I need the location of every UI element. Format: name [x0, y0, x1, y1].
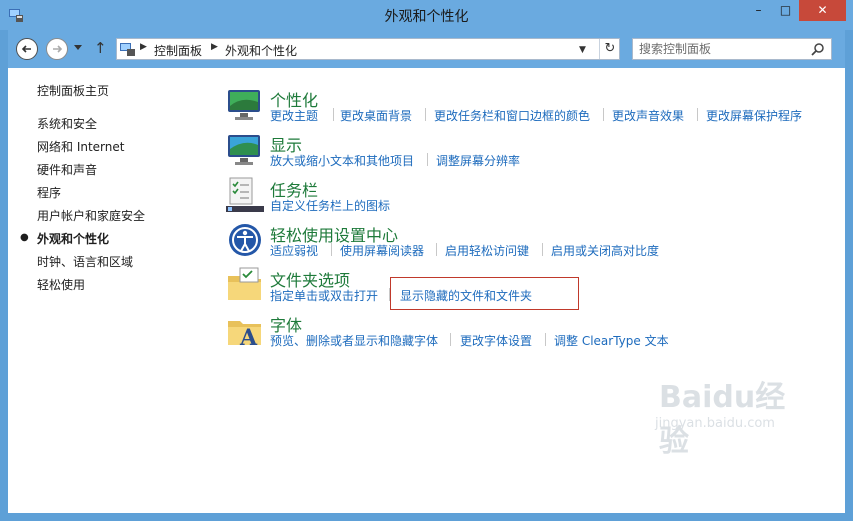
- display-icon[interactable]: [226, 131, 264, 169]
- title-bar: 外观和个性化 – □ ✕: [0, 0, 853, 30]
- sidebar-item-programs[interactable]: 程序: [37, 184, 61, 201]
- link-low-vision[interactable]: 适应弱视: [270, 242, 318, 259]
- control-panel-icon: [120, 43, 135, 56]
- link-separator: [427, 153, 428, 166]
- folder-options-icon[interactable]: [226, 266, 264, 304]
- watermark-url: jingyan.baidu.com: [655, 416, 775, 431]
- link-screen-reader[interactable]: 使用屏幕阅读器: [340, 242, 424, 259]
- link-separator: [545, 333, 546, 346]
- recent-pages-dropdown[interactable]: [74, 45, 82, 50]
- current-item-bullet-icon: ●: [20, 232, 29, 243]
- link-separator: [542, 243, 543, 256]
- link-zoom-text[interactable]: 放大或缩小文本和其他项目: [270, 152, 414, 169]
- link-separator: [697, 108, 698, 121]
- personalization-icon[interactable]: [226, 86, 264, 124]
- back-arrow-icon: [21, 45, 31, 53]
- link-customize-taskbar-icons[interactable]: 自定义任务栏上的图标: [270, 197, 390, 214]
- search-input[interactable]: [639, 41, 799, 57]
- sidebar-item-ease-of-access[interactable]: 轻松使用: [37, 276, 85, 293]
- highlight-annotation: [390, 277, 579, 310]
- search-icon[interactable]: [811, 42, 825, 56]
- sidebar-item-hardware-sound[interactable]: 硬件和声音: [37, 161, 97, 178]
- sidebar-item-network[interactable]: 网络和 Internet: [37, 138, 124, 155]
- link-change-desktop-background[interactable]: 更改桌面背景: [340, 107, 412, 124]
- link-preview-delete-fonts[interactable]: 预览、删除或者显示和隐藏字体: [270, 332, 438, 349]
- link-separator: [331, 243, 332, 256]
- link-single-double-click[interactable]: 指定单击或双击打开: [270, 287, 378, 304]
- up-arrow-icon[interactable]: ↑: [94, 39, 107, 57]
- search-box[interactable]: [632, 38, 832, 60]
- breadcrumb-control-panel[interactable]: 控制面板: [154, 42, 202, 59]
- link-separator: [425, 108, 426, 121]
- address-bar: ↑ ▶ 控制面板 ▶ 外观和个性化 ▼ ↻: [8, 30, 845, 68]
- sidebar-item-system-security[interactable]: 系统和安全: [37, 115, 97, 132]
- link-change-sounds[interactable]: 更改声音效果: [612, 107, 684, 124]
- link-change-window-color[interactable]: 更改任务栏和窗口边框的颜色: [434, 107, 590, 124]
- forward-arrow-icon: [53, 45, 63, 53]
- refresh-icon[interactable]: ↻: [599, 39, 620, 59]
- breadcrumb-appearance[interactable]: 外观和个性化: [225, 42, 297, 59]
- chevron-down-icon[interactable]: ▼: [579, 45, 586, 55]
- link-separator: [603, 108, 604, 121]
- link-change-screen-saver[interactable]: 更改屏幕保护程序: [706, 107, 802, 124]
- sidebar-item-appearance: 外观和个性化: [37, 232, 110, 246]
- chevron-right-icon[interactable]: ▶: [140, 42, 147, 52]
- ease-of-access-icon[interactable]: [226, 221, 264, 259]
- link-change-theme[interactable]: 更改主题: [270, 107, 318, 124]
- link-separator: [333, 108, 334, 121]
- link-adjust-cleartype[interactable]: 调整 ClearType 文本: [554, 332, 669, 349]
- close-button[interactable]: ✕: [799, 0, 846, 21]
- link-access-keys[interactable]: 启用轻松访问键: [445, 242, 529, 259]
- link-high-contrast[interactable]: 启用或关闭高对比度: [551, 242, 659, 259]
- sidebar-item-user-accounts[interactable]: 用户帐户和家庭安全: [37, 207, 145, 224]
- back-button[interactable]: [16, 38, 38, 60]
- svg-text:A: A: [239, 325, 258, 349]
- link-separator: [450, 333, 451, 346]
- link-change-font-settings[interactable]: 更改字体设置: [460, 332, 532, 349]
- forward-button[interactable]: [46, 38, 68, 60]
- minimize-button[interactable]: –: [745, 0, 772, 21]
- baidu-watermark: Baidu经验 jingyan.baidu.com: [645, 372, 810, 459]
- link-separator: [436, 243, 437, 256]
- breadcrumb[interactable]: ▶ 控制面板 ▶ 外观和个性化 ▼ ↻: [116, 38, 620, 60]
- fonts-icon[interactable]: A: [226, 311, 264, 349]
- maximize-button[interactable]: □: [772, 0, 799, 21]
- taskbar-icon[interactable]: [226, 176, 264, 214]
- window-title: 外观和个性化: [384, 9, 469, 25]
- link-screen-resolution[interactable]: 调整屏幕分辨率: [436, 152, 520, 169]
- sidebar-item-clock-region[interactable]: 时钟、语言和区域: [37, 253, 133, 270]
- sidebar-item-home[interactable]: 控制面板主页: [37, 82, 109, 99]
- chevron-right-icon[interactable]: ▶: [211, 42, 218, 52]
